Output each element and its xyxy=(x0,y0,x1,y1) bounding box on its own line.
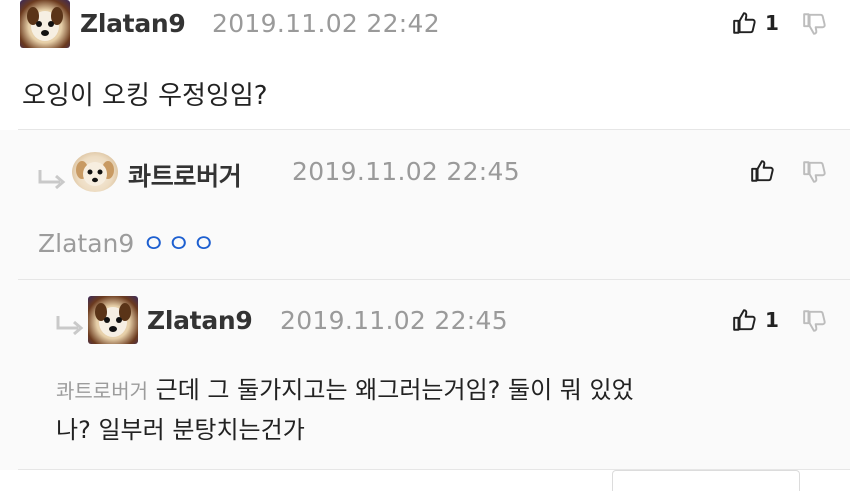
reply-arrow-icon xyxy=(36,168,68,190)
dog-face-icon xyxy=(76,161,114,186)
reply-arrow-icon xyxy=(54,314,86,336)
comment-body-line: 나? 일부러 분탕치는건가 xyxy=(56,416,305,444)
comment-2: 콰트로버거 2019.11.02 22:45 Zlatan9 ㅇㅇㅇ xyxy=(0,130,850,280)
thumbs-up-icon[interactable] xyxy=(732,10,758,36)
thumbs-down-icon[interactable] xyxy=(802,159,828,185)
like-count: 1 xyxy=(765,308,779,332)
user-avatar[interactable] xyxy=(20,0,70,48)
comment-body-line: 콰트로버거 근데 그 둘가지고는 왜그러는거임? 둘이 뭐 있었 xyxy=(56,370,634,411)
mention-tag[interactable]: Zlatan9 xyxy=(38,229,134,258)
user-avatar[interactable] xyxy=(72,152,118,192)
comment-body: 근데 그 둘가지고는 왜그러는거임? 둘이 뭐 있었 xyxy=(155,376,634,404)
mention-tag[interactable]: 콰트로버거 xyxy=(56,379,148,403)
comment-body: ㅇㅇㅇ xyxy=(142,229,218,258)
like-count: 1 xyxy=(765,11,779,35)
comment-1: Zlatan9 2019.11.02 22:42 1 오잉이 오킹 우정잉임? xyxy=(0,0,850,130)
thumbs-down-icon[interactable] xyxy=(802,308,828,334)
comment-body: 오잉이 오킹 우정잉임? xyxy=(22,81,268,111)
user-avatar[interactable] xyxy=(88,296,138,344)
thumbs-up-icon[interactable] xyxy=(732,307,758,333)
thumbs-up-icon[interactable] xyxy=(750,158,776,184)
comment-timestamp: 2019.11.02 22:45 xyxy=(280,306,508,335)
thumbs-down-icon[interactable] xyxy=(802,11,828,37)
comment-author[interactable]: Zlatan9 xyxy=(80,9,186,38)
comment-author[interactable]: Zlatan9 xyxy=(147,306,253,335)
comment-body-line: Zlatan9 ㅇㅇㅇ xyxy=(38,224,217,264)
dog-face-icon xyxy=(95,303,131,337)
comment-timestamp: 2019.11.02 22:42 xyxy=(212,9,440,38)
dog-face-icon xyxy=(27,7,63,41)
comment-author[interactable]: 콰트로버거 xyxy=(128,157,242,193)
comment-3: Zlatan9 2019.11.02 22:45 1 콰트로버거 근데 그 둘가… xyxy=(0,280,850,470)
comment-timestamp: 2019.11.02 22:45 xyxy=(292,157,520,186)
comment-input-box[interactable] xyxy=(612,470,800,491)
